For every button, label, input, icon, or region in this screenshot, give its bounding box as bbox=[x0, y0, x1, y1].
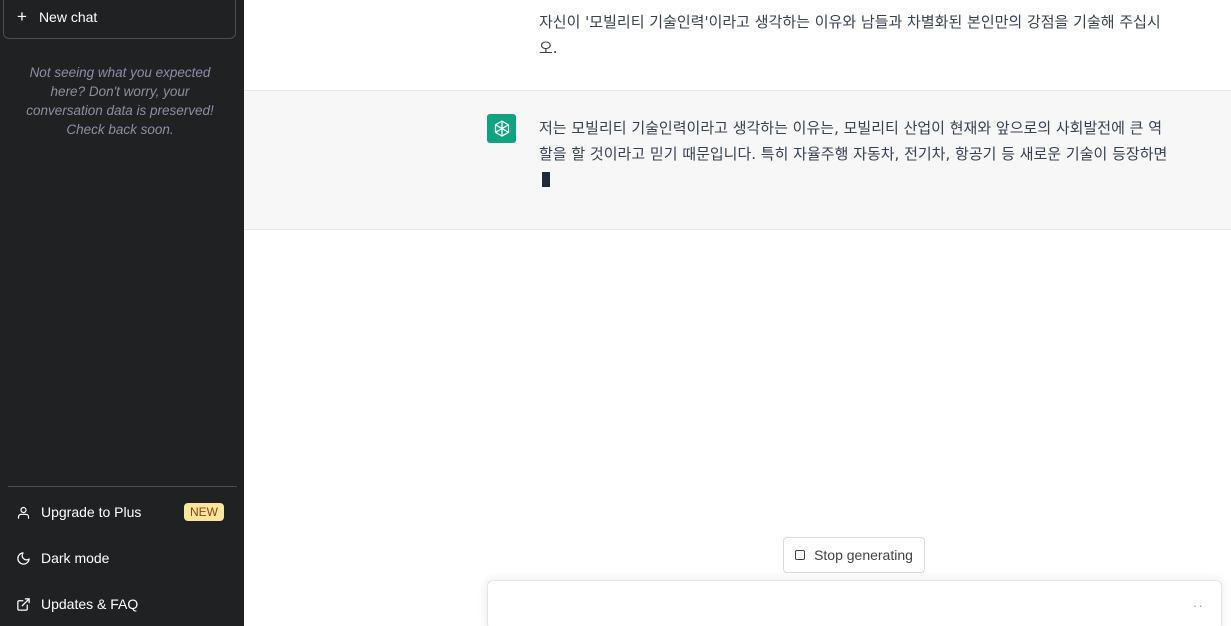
external-link-icon bbox=[15, 596, 31, 612]
message-input-box[interactable]: ·· bbox=[487, 580, 1222, 626]
user-icon bbox=[15, 504, 31, 520]
assistant-avatar-icon bbox=[487, 114, 516, 143]
chat-main: 자신이 '모빌리티 기술인력'이라고 생각하는 이유와 남들과 차별화된 본인만… bbox=[244, 0, 1231, 626]
new-badge: NEW bbox=[184, 503, 224, 521]
sidebar-divider bbox=[8, 486, 237, 487]
stop-square-icon bbox=[795, 550, 806, 560]
dark-mode-button[interactable]: Dark mode bbox=[8, 538, 237, 578]
history-notice: Not seeing what you expected here? Don't… bbox=[26, 65, 214, 137]
upgrade-to-plus-button[interactable]: Upgrade to Plus NEW bbox=[8, 492, 237, 532]
updates-faq-link[interactable]: Updates & FAQ bbox=[8, 584, 237, 624]
plus-icon: + bbox=[17, 7, 27, 26]
assistant-message-row: 저는 모빌리티 기술인력이라고 생각하는 이유는, 모빌리티 산업이 현재와 앞… bbox=[244, 91, 1231, 230]
assistant-message-content: 저는 모빌리티 기술인력이라고 생각하는 이유는, 모빌리티 산업이 현재와 앞… bbox=[539, 119, 1168, 163]
user-message-row: 자신이 '모빌리티 기술인력'이라고 생각하는 이유와 남들과 차별화된 본인만… bbox=[244, 0, 1231, 91]
new-chat-button[interactable]: + New chat bbox=[3, 0, 236, 39]
dark-mode-label: Dark mode bbox=[41, 550, 110, 566]
stop-generating-button[interactable]: Stop generating bbox=[783, 537, 925, 573]
assistant-message-text: 저는 모빌리티 기술인력이라고 생각하는 이유는, 모빌리티 산업이 현재와 앞… bbox=[539, 115, 1169, 193]
message-input[interactable] bbox=[502, 593, 1172, 617]
stop-generating-label: Stop generating bbox=[814, 547, 913, 563]
typing-indicator: ·· bbox=[1192, 597, 1204, 613]
upgrade-label: Upgrade to Plus bbox=[41, 504, 142, 520]
user-message-text: 자신이 '모빌리티 기술인력'이라고 생각하는 이유와 남들과 차별화된 본인만… bbox=[539, 13, 1161, 57]
typing-cursor bbox=[542, 172, 550, 187]
updates-faq-label: Updates & FAQ bbox=[41, 596, 139, 612]
sidebar: + New chat Not seeing what you expected … bbox=[0, 0, 244, 626]
moon-icon bbox=[15, 550, 31, 566]
new-chat-label: New chat bbox=[38, 8, 98, 25]
